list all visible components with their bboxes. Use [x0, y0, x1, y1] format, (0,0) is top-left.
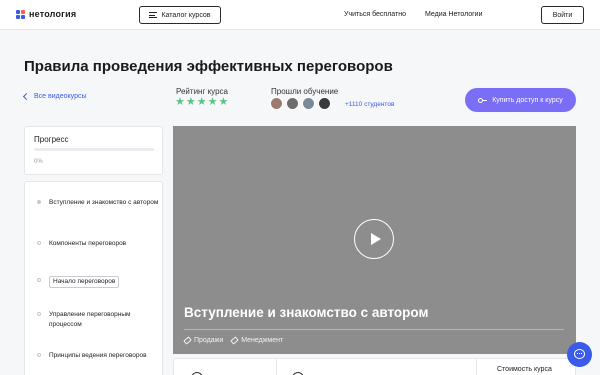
nav-link-learn-free[interactable]: Учиться бесплатно	[344, 11, 406, 18]
progress-card: Прогресс 0%	[24, 126, 163, 175]
menu-icon	[149, 12, 158, 18]
avatar	[270, 97, 283, 110]
star-icon: ★	[175, 96, 185, 108]
video-tags: Продажи Менеджмент	[183, 336, 284, 345]
lesson-status-icon	[37, 278, 41, 282]
nav-link-media[interactable]: Медиа Нетологии	[425, 11, 483, 18]
back-link-label: Все видеокурсы	[34, 93, 87, 100]
logo[interactable]: нетология	[16, 9, 76, 19]
buy-course-button[interactable]: Купить доступ к курсу	[465, 88, 576, 112]
top-header: нетология Каталог курсов Учиться бесплат…	[0, 0, 600, 30]
page-title: Правила проведения эффективных переговор…	[24, 58, 393, 75]
divider	[276, 359, 277, 375]
play-icon	[371, 233, 381, 245]
avatar	[318, 97, 331, 110]
avatar	[286, 97, 299, 110]
key-icon	[478, 97, 488, 104]
video-title: Вступление и знакомство с автором	[184, 305, 429, 320]
star-icon: ★	[185, 96, 196, 108]
students-count[interactable]: +1110 студентов	[345, 101, 394, 108]
chat-button[interactable]	[567, 342, 592, 367]
catalog-button-label: Каталог курсов	[161, 11, 211, 19]
lesson-status-icon	[37, 241, 41, 245]
divider	[476, 359, 477, 375]
catalog-button[interactable]: Каталог курсов	[139, 6, 221, 24]
tag-management[interactable]: Менеджмент	[230, 336, 284, 345]
avatar	[302, 97, 315, 110]
tag-label: Продажи	[194, 337, 224, 344]
lessons-list: Вступление и знакомство с автором Компон…	[24, 181, 163, 375]
progress-percent: 0%	[34, 159, 43, 165]
lesson-title: Начало переговоров	[49, 276, 120, 288]
lesson-item[interactable]: Начало переговоров	[25, 276, 164, 288]
passed-label: Прошли обучение	[271, 87, 339, 96]
buy-button-label: Купить доступ к курсу	[492, 96, 563, 104]
lesson-item[interactable]: Управление переговорным процессом	[25, 310, 164, 329]
course-cost-label: Стоимость курса	[497, 366, 552, 373]
tag-label: Менеджмент	[241, 337, 284, 344]
video-player[interactable]: Вступление и знакомство с автором Продаж…	[173, 126, 576, 354]
star-icon: ★	[207, 96, 218, 108]
login-button[interactable]: Войти	[541, 6, 584, 24]
star-icon: ★	[218, 96, 229, 108]
lesson-title: Принципы ведения переговоров	[49, 352, 147, 359]
netology-logo-icon	[16, 9, 25, 19]
lesson-title: Компоненты переговоров	[49, 240, 127, 247]
course-info-card: Стоимость курса	[173, 358, 576, 375]
chevron-left-icon	[22, 92, 31, 101]
logo-text: нетология	[29, 9, 77, 19]
lesson-status-icon	[37, 312, 41, 316]
rating-label: Рейтинг курса	[176, 87, 228, 96]
rating-stars: ★ ★ ★ ★ ★	[175, 97, 228, 108]
star-icon: ★	[196, 96, 207, 108]
tag-icon	[230, 336, 240, 345]
play-button[interactable]	[354, 219, 394, 259]
lesson-status-icon	[37, 353, 41, 357]
lesson-status-icon	[37, 200, 41, 204]
progress-title: Прогресс	[34, 135, 69, 144]
student-avatars	[270, 97, 331, 110]
tag-icon	[183, 336, 192, 345]
divider	[184, 329, 564, 330]
lesson-item[interactable]: Вступление и знакомство с автором	[25, 198, 164, 208]
back-to-courses-link[interactable]: Все видеокурсы	[22, 92, 87, 101]
lesson-item[interactable]: Принципы ведения переговоров	[25, 351, 164, 361]
lesson-item[interactable]: Компоненты переговоров	[25, 239, 164, 249]
tag-sales[interactable]: Продажи	[183, 336, 224, 345]
lesson-title: Управление переговорным процессом	[49, 311, 131, 328]
progress-bar	[34, 148, 154, 151]
lesson-title: Вступление и знакомство с автором	[49, 199, 159, 206]
